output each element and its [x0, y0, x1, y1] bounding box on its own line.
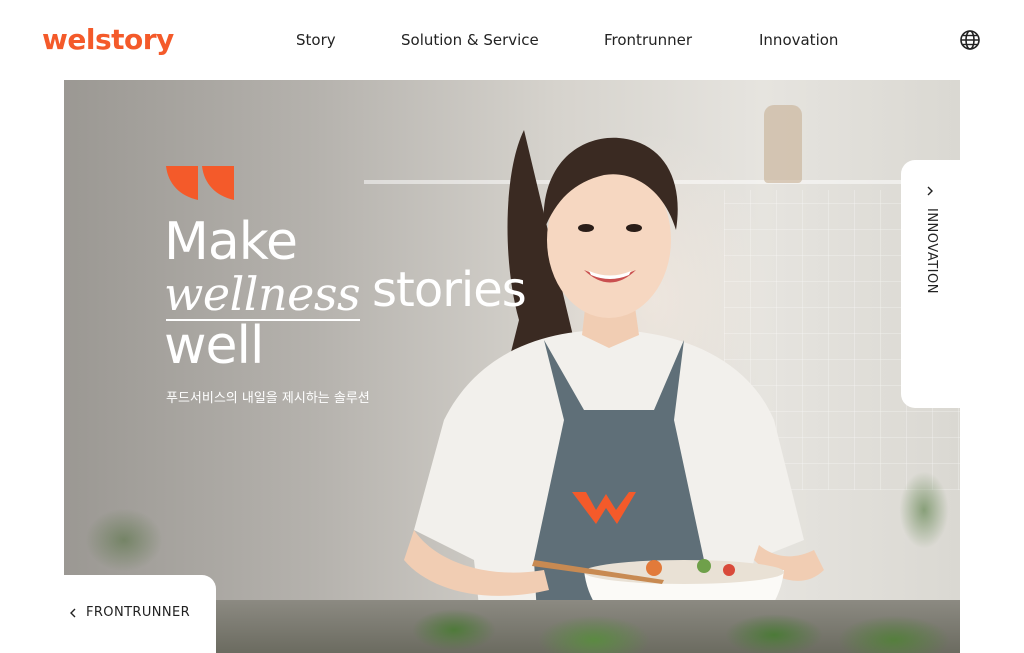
main-nav: Story Solution & Service Frontrunner Inn…	[0, 29, 1024, 51]
headline-stories: stories	[372, 262, 527, 318]
quote-mark-icon	[166, 166, 234, 200]
headline-well: well	[164, 316, 264, 376]
nav-story[interactable]: Story	[296, 29, 336, 51]
hero-banner: Make wellness stories well 푸드서비스의 내일을 제시…	[64, 80, 960, 653]
nav-frontrunner[interactable]: Frontrunner	[604, 29, 692, 51]
headline-wellness: wellness	[164, 267, 361, 321]
next-slide-label: INNOVATION	[924, 208, 939, 294]
chef-woman-photo	[404, 130, 824, 653]
next-slide-tab[interactable]: INNOVATION	[901, 160, 960, 408]
nav-solution-service[interactable]: Solution & Service	[401, 29, 539, 51]
plant-right	[884, 440, 960, 600]
headline-make: Make	[164, 212, 298, 272]
prev-slide-tab[interactable]: FRONTRUNNER	[64, 575, 216, 653]
site-header: welstory Story Solution & Service Frontr…	[0, 0, 1024, 80]
prev-slide-label: FRONTRUNNER	[86, 605, 191, 620]
chevron-left-icon	[70, 608, 76, 618]
vegetables-foreground	[394, 580, 954, 653]
globe-icon[interactable]	[958, 28, 982, 52]
hero-subtitle: 푸드서비스의 내일을 제시하는 솔루션	[166, 391, 370, 406]
chevron-right-icon	[927, 186, 933, 196]
nav-innovation[interactable]: Innovation	[759, 29, 838, 51]
